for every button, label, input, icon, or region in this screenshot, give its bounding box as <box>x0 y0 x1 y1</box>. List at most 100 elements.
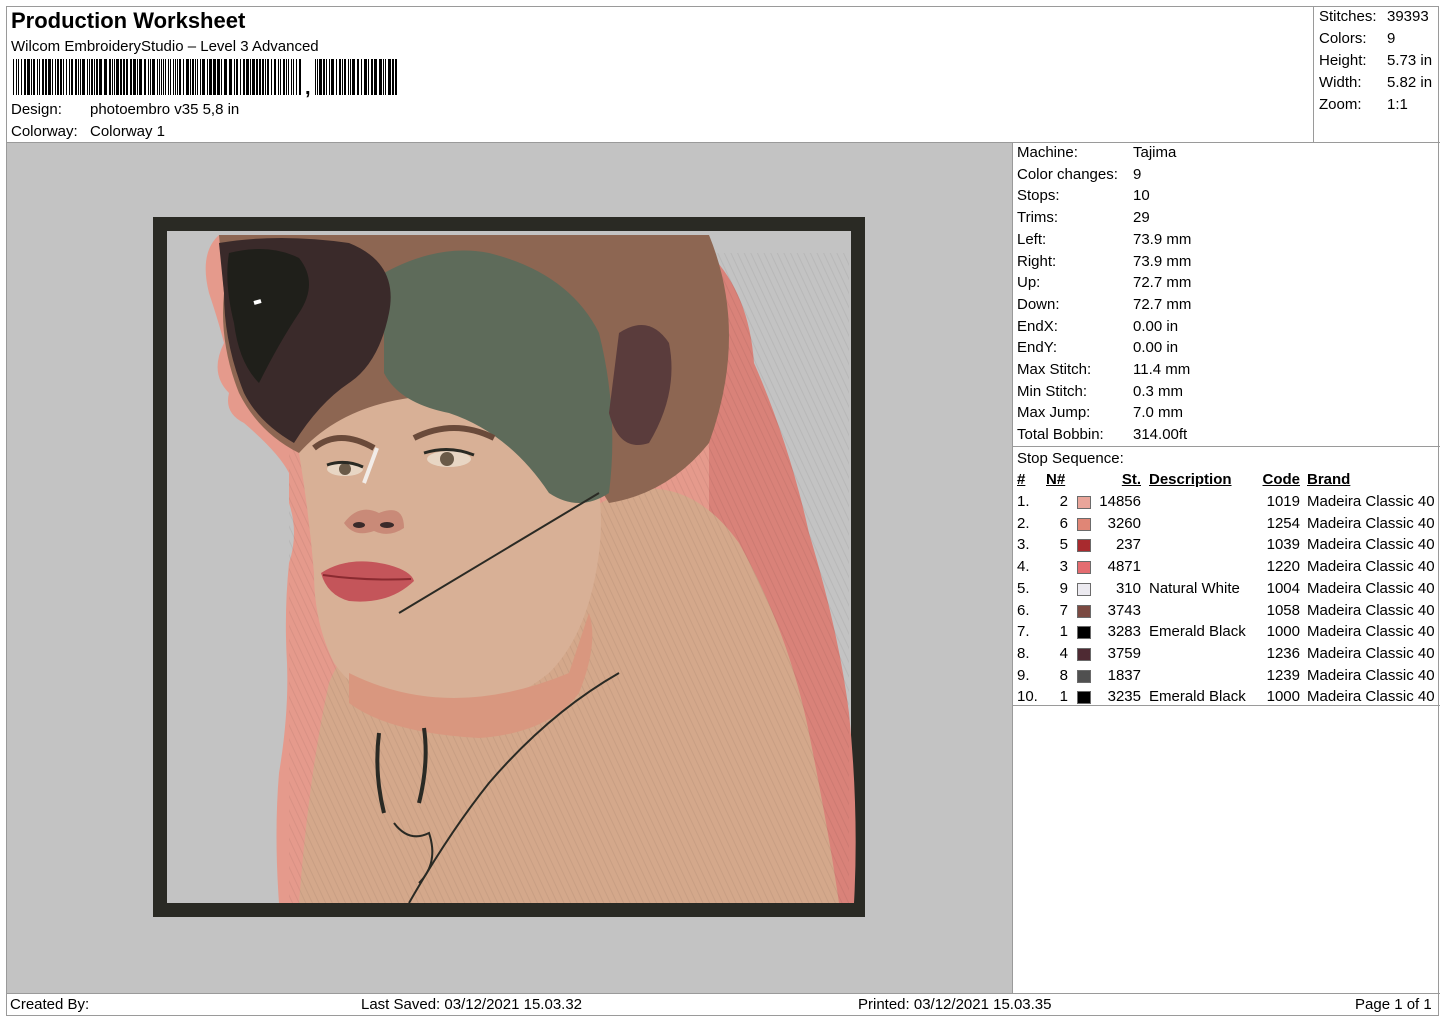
stop-number: 6. <box>1017 601 1030 619</box>
barcode-bar <box>243 59 245 95</box>
barcode-bar <box>27 59 30 95</box>
barcode-bar <box>217 59 220 95</box>
thread-color-swatch <box>1077 691 1091 705</box>
barcode-bar <box>293 59 294 95</box>
machine-info-value: 0.3 mm <box>1133 382 1184 400</box>
thread-code: 1000 <box>1266 688 1300 706</box>
thread-code: 1000 <box>1266 623 1300 641</box>
machine-info-row: EndY: 0.00 in <box>1017 339 1178 356</box>
machine-info-value: 11.4 mm <box>1133 361 1191 378</box>
last-saved: Last Saved: 03/12/2021 15.03.32 <box>361 996 583 1013</box>
barcode-bar <box>33 59 35 95</box>
barcode-bar <box>163 59 164 95</box>
machine-info-value: 29 <box>1133 209 1150 227</box>
barcode-bar <box>383 59 384 95</box>
machine-info-value: 72.7 mm <box>1133 295 1192 313</box>
barcode-bar <box>114 59 115 95</box>
barcode-bar <box>179 59 181 95</box>
col-header-description: Description <box>1149 471 1232 488</box>
stitch-count: 3235 <box>1107 688 1141 706</box>
table-row: 9. 8 1837 1239 Madeira Classic 40 <box>1013 667 1440 689</box>
barcode-bar <box>259 59 261 95</box>
summary-row: Height: 5.73 in <box>1319 52 1432 69</box>
machine-info-value: 73.9 mm <box>1133 230 1192 248</box>
barcode-bar <box>133 59 136 95</box>
barcode-bar <box>256 59 258 95</box>
summary-value: 9 <box>1387 30 1396 47</box>
machine-info-value: 7.0 mm <box>1133 404 1184 422</box>
thread-brand: Madeira Classic 40 <box>1307 493 1435 510</box>
thread-brand: Madeira Classic 40 <box>1307 514 1435 532</box>
barcode-bar <box>123 59 125 95</box>
barcode-bar <box>94 59 95 95</box>
barcode-bar <box>262 59 264 95</box>
barcode-bar <box>175 59 176 95</box>
barcode-bar <box>342 59 343 95</box>
thread-brand: Madeira Classic 40 <box>1307 536 1435 554</box>
barcode-bar <box>296 59 297 95</box>
thread-code: 1019 <box>1266 493 1300 510</box>
table-row: 1. 2 14856 1019 Madeira Classic 40 <box>1013 493 1440 515</box>
barcode-bar <box>395 59 397 95</box>
barcode-bar <box>364 59 367 95</box>
barcode-bar <box>352 59 355 95</box>
needle-number: 2 <box>1059 493 1068 510</box>
embroidery-design-image <box>153 217 865 917</box>
barcode-bar <box>80 59 81 95</box>
barcode-bar <box>357 59 359 95</box>
barcode-separator: , <box>305 77 311 99</box>
thread-color-swatch <box>1077 496 1091 509</box>
barcode-bar <box>37 59 38 95</box>
needle-number: 1 <box>1059 688 1068 706</box>
machine-info-row: Total Bobbin: 314.00ft <box>1017 426 1187 443</box>
machine-info-label: Max Stitch: <box>1017 361 1092 378</box>
barcode-bar <box>192 59 194 95</box>
barcode-bar <box>286 59 287 95</box>
stop-number: 3. <box>1017 536 1030 554</box>
stitch-count: 4871 <box>1107 558 1141 576</box>
needle-number: 4 <box>1059 644 1068 662</box>
barcode-bar <box>361 59 362 95</box>
barcode-bar <box>69 59 70 95</box>
stitch-count: 14856 <box>1099 493 1141 510</box>
machine-info-row: Left: 73.9 mm <box>1017 231 1191 248</box>
barcode-bar <box>120 59 122 95</box>
barcode-bar <box>66 59 67 95</box>
design-preview <box>7 143 1013 993</box>
barcode-bar <box>42 59 44 95</box>
machine-info-row: Min Stitch: 0.3 mm <box>1017 383 1183 400</box>
barcode-bar <box>18 59 19 95</box>
barcode-bar <box>24 59 26 95</box>
barcode-bar <box>116 59 119 95</box>
design-summary: Stitches: 39393 Colors: 9 Height: 5.73 in W… <box>1314 7 1440 143</box>
machine-info-value: 73.9 mm <box>1133 252 1192 270</box>
thread-color-swatch <box>1077 517 1091 531</box>
barcode-bar <box>274 59 276 95</box>
barcode-bar <box>16 59 17 95</box>
table-row: 8. 4 3759 1236 Madeira Classic 40 <box>1013 645 1440 667</box>
thread-color-swatch <box>1077 582 1091 596</box>
barcode-bar <box>96 59 98 95</box>
summary-label: Width: <box>1319 74 1362 91</box>
machine-info-label: Down: <box>1017 295 1060 313</box>
thread-description: Emerald Black <box>1149 623 1246 641</box>
thread-code: 1004 <box>1266 579 1300 597</box>
barcode-bar <box>130 59 132 95</box>
machine-info-label: Left: <box>1017 230 1047 248</box>
barcode-bar <box>374 59 377 95</box>
barcode-bar <box>379 59 382 95</box>
barcode-bar <box>299 59 301 95</box>
barcode-bar <box>250 59 251 95</box>
machine-info-row: Color changes: 9 <box>1017 166 1141 183</box>
thread-color-swatch <box>1077 626 1091 640</box>
barcode-bar <box>82 59 85 95</box>
barcode-bar <box>52 59 53 95</box>
thread-description: Emerald Black <box>1149 688 1246 706</box>
barcode-bar <box>348 59 349 95</box>
barcode-bar <box>339 59 341 95</box>
barcode-bar <box>112 59 113 95</box>
thread-color-swatch <box>1077 647 1091 661</box>
machine-info-value: 0.00 in <box>1133 339 1179 357</box>
summary-value: 5.82 in <box>1387 74 1433 91</box>
barcode-bar <box>159 59 160 95</box>
